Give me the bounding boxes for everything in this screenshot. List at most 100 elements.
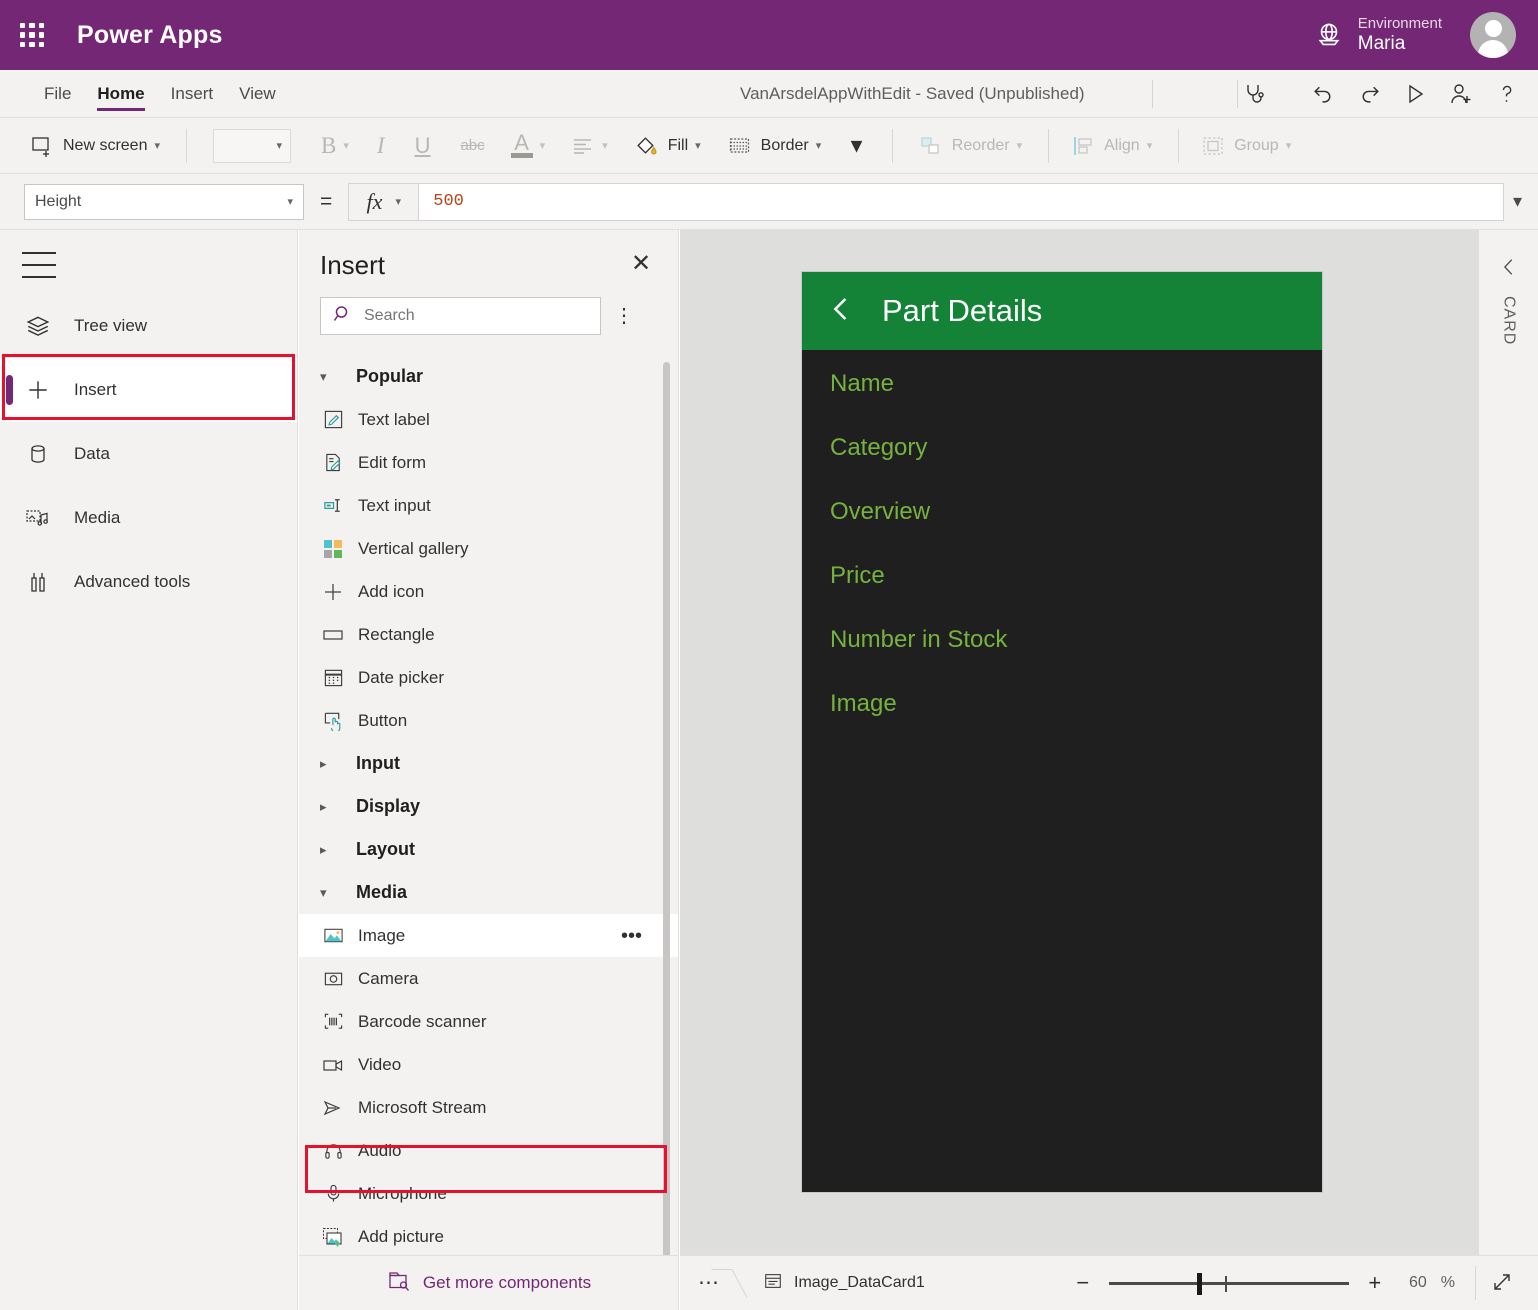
formula-input[interactable]: 500 bbox=[418, 183, 1504, 221]
chevron-down-icon: ▾ bbox=[1017, 139, 1023, 152]
list-item-microsoft-stream[interactable]: Microsoft Stream bbox=[299, 1086, 678, 1129]
new-screen-button[interactable]: New screen ▾ bbox=[30, 134, 160, 158]
sidebar-item-insert[interactable]: Insert bbox=[0, 358, 297, 422]
bold-button[interactable]: B ▾ bbox=[321, 133, 349, 159]
form-field-price[interactable]: Price bbox=[830, 562, 1322, 590]
sidebar-item-label: Insert bbox=[74, 380, 117, 400]
menu-item-home[interactable]: Home bbox=[97, 70, 144, 117]
app-checker-icon[interactable] bbox=[1240, 81, 1266, 107]
form-field-name[interactable]: Name bbox=[830, 370, 1322, 398]
group-layout[interactable]: ▸ Layout bbox=[299, 828, 678, 871]
help-icon[interactable] bbox=[1494, 81, 1520, 107]
fill-button[interactable]: Fill ▾ bbox=[634, 133, 701, 158]
align-button[interactable]: ▾ bbox=[571, 136, 608, 156]
list-item-add-picture[interactable]: Add picture bbox=[299, 1215, 678, 1254]
menu-item-insert[interactable]: Insert bbox=[171, 70, 214, 117]
phone-screen[interactable]: Part Details Name Category Overview Pric… bbox=[802, 272, 1322, 1192]
preview-play-icon[interactable] bbox=[1402, 81, 1428, 107]
zoom-slider-thumb[interactable] bbox=[1197, 1273, 1202, 1295]
group-button[interactable]: Group ▾ bbox=[1201, 135, 1291, 157]
strikethrough-button[interactable]: abc bbox=[460, 137, 484, 154]
sidebar-item-data[interactable]: Data bbox=[0, 422, 297, 486]
chevron-left-icon[interactable] bbox=[1494, 252, 1524, 282]
zoom-out-button[interactable]: − bbox=[1071, 1271, 1095, 1295]
list-item-camera[interactable]: Camera bbox=[299, 957, 678, 1000]
database-icon bbox=[22, 442, 54, 466]
close-icon[interactable]: ✕ bbox=[628, 253, 654, 279]
back-chevron-icon[interactable] bbox=[826, 294, 856, 329]
group-label: Display bbox=[356, 796, 420, 817]
zoom-in-button[interactable]: + bbox=[1363, 1271, 1387, 1295]
list-item-text-label[interactable]: Text label bbox=[299, 398, 678, 441]
date-picker-icon bbox=[320, 667, 346, 688]
group-label: Input bbox=[356, 753, 400, 774]
app-canvas[interactable]: Part Details Name Category Overview Pric… bbox=[680, 230, 1478, 1255]
list-item-rectangle[interactable]: Rectangle bbox=[299, 613, 678, 656]
zoom-slider[interactable] bbox=[1109, 1271, 1349, 1295]
formula-expand-icon[interactable]: ▾ bbox=[1513, 191, 1522, 212]
selected-control[interactable]: Image_DataCard1 bbox=[763, 1271, 925, 1296]
group-popular[interactable]: ▾ Popular bbox=[299, 355, 678, 398]
sidebar-item-tree-view[interactable]: Tree view bbox=[0, 294, 297, 358]
panel-scrollbar[interactable] bbox=[663, 362, 670, 1290]
search-field[interactable] bbox=[364, 307, 564, 325]
avatar[interactable] bbox=[1470, 12, 1516, 58]
form-field-number-in-stock[interactable]: Number in Stock bbox=[830, 626, 1322, 654]
font-size-select[interactable]: ▾ bbox=[213, 129, 291, 163]
fx-button[interactable]: fx ▾ bbox=[348, 183, 418, 221]
group-input[interactable]: ▸ Input bbox=[299, 742, 678, 785]
list-item-vertical-gallery[interactable]: Vertical gallery bbox=[299, 527, 678, 570]
list-item-audio[interactable]: Audio bbox=[299, 1129, 678, 1172]
underline-button[interactable]: U bbox=[415, 133, 431, 159]
list-item-edit-form[interactable]: Edit form bbox=[299, 441, 678, 484]
list-item-image[interactable]: Image ••• bbox=[299, 914, 678, 957]
app-title: VanArsdelAppWithEdit - Saved (Unpublishe… bbox=[740, 70, 1085, 117]
undo-icon[interactable] bbox=[1310, 81, 1336, 107]
align-objects-button[interactable]: Align ▾ bbox=[1071, 135, 1152, 157]
ribbon-more-button[interactable]: ▾ bbox=[851, 133, 862, 158]
fit-screen-icon[interactable] bbox=[1490, 1270, 1516, 1296]
list-item-microphone[interactable]: Microphone bbox=[299, 1172, 678, 1215]
border-button[interactable]: Border ▾ bbox=[727, 136, 822, 156]
search-input[interactable] bbox=[320, 297, 601, 335]
property-select[interactable]: Height ▾ bbox=[24, 184, 304, 220]
list-item-text-input[interactable]: Text input bbox=[299, 484, 678, 527]
redo-icon[interactable] bbox=[1356, 81, 1382, 107]
get-more-components-button[interactable]: Get more components bbox=[299, 1255, 679, 1310]
list-item-barcode-scanner[interactable]: Barcode scanner bbox=[299, 1000, 678, 1043]
list-item-date-picker[interactable]: Date picker bbox=[299, 656, 678, 699]
tree-view-icon bbox=[22, 313, 54, 339]
globe-icon bbox=[1314, 20, 1344, 50]
sidebar-item-media[interactable]: Media bbox=[0, 486, 297, 550]
reorder-button[interactable]: Reorder ▾ bbox=[919, 135, 1022, 157]
list-item-overflow-icon[interactable]: ••• bbox=[621, 931, 642, 941]
environment-name: Maria bbox=[1358, 33, 1442, 55]
list-item-add-icon[interactable]: Add icon bbox=[299, 570, 678, 613]
share-user-icon[interactable] bbox=[1448, 81, 1474, 107]
font-color-button[interactable]: A ▾ bbox=[511, 133, 546, 158]
search-icon bbox=[333, 304, 353, 329]
sidebar-item-advanced-tools[interactable]: Advanced tools bbox=[0, 550, 297, 614]
component-list[interactable]: ▾ Popular Text label bbox=[299, 355, 678, 1254]
environment-selector[interactable]: Environment Maria bbox=[1314, 15, 1442, 54]
menu-item-view[interactable]: View bbox=[239, 70, 276, 117]
list-item-video[interactable]: Video bbox=[299, 1043, 678, 1086]
group-display[interactable]: ▸ Display bbox=[299, 785, 678, 828]
form-field-image[interactable]: Image bbox=[830, 690, 1322, 718]
sidebar-item-label: Advanced tools bbox=[74, 572, 190, 592]
list-item-button[interactable]: Button bbox=[299, 699, 678, 742]
align-objects-label: Align bbox=[1104, 137, 1140, 155]
menu-item-file[interactable]: File bbox=[44, 70, 71, 117]
waffle-icon[interactable] bbox=[15, 18, 49, 52]
list-item-label: Text input bbox=[358, 496, 431, 516]
italic-button[interactable]: I bbox=[377, 133, 385, 159]
media-icon bbox=[22, 506, 54, 530]
form-field-category[interactable]: Category bbox=[830, 434, 1322, 462]
divider bbox=[186, 129, 187, 163]
hamburger-icon[interactable] bbox=[22, 252, 56, 278]
more-horizontal-icon[interactable]: ⋯ bbox=[698, 1278, 719, 1288]
group-media[interactable]: ▾ Media bbox=[299, 871, 678, 914]
form-field-overview[interactable]: Overview bbox=[830, 498, 1322, 526]
more-vertical-icon[interactable]: ⋮ bbox=[609, 309, 639, 323]
zoom-unit: % bbox=[1441, 1274, 1455, 1292]
